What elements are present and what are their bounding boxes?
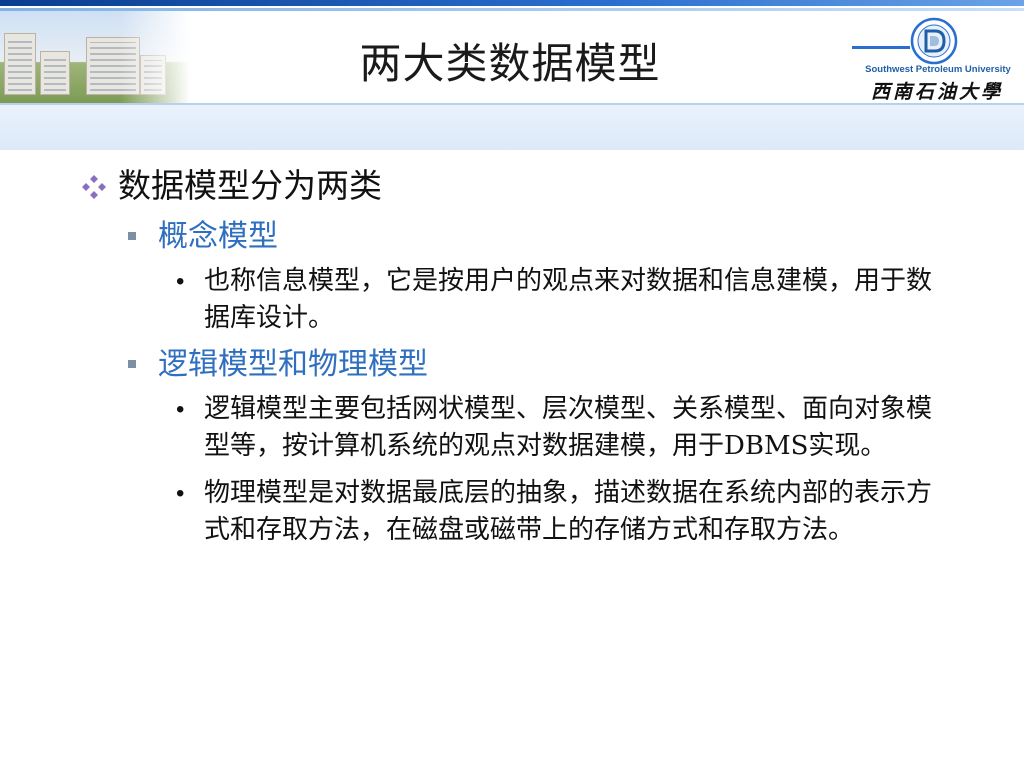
level1-item: 数据模型分为两类 [78,163,958,209]
dot-bullet-icon: • [176,396,185,423]
slide-title: 两大类数据模型 [359,39,661,88]
university-emblem-icon [910,17,958,65]
header-sub-band [0,103,1024,150]
level2-item: 逻辑模型和物理模型 [78,343,958,387]
level2-item: 概念模型 [78,215,958,259]
level3-item: • 逻辑模型主要包括网状模型、层次模型、关系模型、面向对象模型等，按计算机系统的… [78,391,958,465]
level1-heading: 数据模型分为两类 [118,166,382,205]
logo-english-name: Southwest Petroleum University [865,64,1011,75]
logo-chinese-name: 西南石油大學 [870,81,1003,103]
section-point: 逻辑模型主要包括网状模型、层次模型、关系模型、面向对象模型等，按计算机系统的观点… [204,394,933,461]
square-bullet-icon [128,232,136,240]
slide-content: 数据模型分为两类 概念模型 • 也称信息模型，它是按用户的观点来对数据和信息建模… [78,163,958,549]
diamond-bullet-icon [82,175,106,199]
header-divider [0,103,1024,105]
university-logo: Southwest Petroleum University 西南石油大學 [852,11,1024,103]
section-label: 概念模型 [158,219,278,254]
header-top-stripe [0,0,1024,6]
level3-item: • 也称信息模型，它是按用户的观点来对数据和信息建模，用于数据库设计。 [78,263,958,337]
slide: 两大类数据模型 Southwest Petroleum University 西… [0,0,1024,768]
square-bullet-icon [128,360,136,368]
campus-building-image [0,11,190,103]
level3-item: • 物理模型是对数据最底层的抽象，描述数据在系统内部的表示方式和存取方法，在磁盘… [78,475,958,549]
logo-accent-bar [852,46,910,49]
dot-bullet-icon: • [176,268,185,295]
section-point: 也称信息模型，它是按用户的观点来对数据和信息建模，用于数据库设计。 [204,266,933,333]
section-label: 逻辑模型和物理模型 [158,347,428,382]
dot-bullet-icon: • [176,480,185,507]
section-point: 物理模型是对数据最底层的抽象，描述数据在系统内部的表示方式和存取方法，在磁盘或磁… [204,478,933,545]
